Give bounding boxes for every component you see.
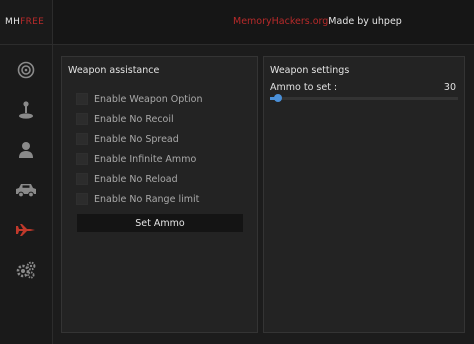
option-weapon-option[interactable]: Enable Weapon Option [76,91,202,107]
checkbox[interactable] [76,173,88,185]
checkbox[interactable] [76,153,88,165]
panel-title: Weapon assistance [68,65,160,76]
option-infinite-ammo[interactable]: Enable Infinite Ammo [76,151,196,167]
sidebar-item-settings[interactable] [0,253,52,287]
checkbox[interactable] [76,193,88,205]
brand-suffix: FREE [20,17,45,27]
option-no-spread[interactable]: Enable No Spread [76,131,179,147]
sidebar-item-misc[interactable] [0,93,52,127]
checkbox[interactable] [76,113,88,125]
checkbox-label: Enable No Spread [94,133,179,145]
checkbox[interactable] [76,133,88,145]
credit-text: MemoryHackers.orgMade by uhpep [233,16,402,27]
ammo-slider-handle[interactable] [273,94,282,102]
sidebar: MHFREE [0,0,53,344]
option-no-range-limit[interactable]: Enable No Range limit [76,191,199,207]
brand-prefix: MH [5,17,21,27]
set-ammo-button[interactable]: Set Ammo [77,214,243,232]
header-bar: MemoryHackers.orgMade by uhpep [53,0,474,45]
ammo-slider-value: 30 [443,82,456,93]
checkbox-label: Enable No Reload [94,173,178,185]
checkbox-label: Enable No Range limit [94,193,200,205]
weapon-settings-panel: Weapon settings Ammo to set : 30 [263,56,465,333]
site-link[interactable]: MemoryHackers.org [233,16,328,27]
target-icon [17,61,35,79]
weapon-assistance-panel: Weapon assistance Enable Weapon Option E… [61,56,258,333]
jet-icon [16,224,35,236]
option-no-recoil[interactable]: Enable No Recoil [76,111,174,127]
sidebar-item-player[interactable] [0,133,52,167]
ammo-slider-label: Ammo to set : [270,82,338,93]
gears-icon [16,261,36,279]
checkbox-label: Enable Weapon Option [94,93,203,105]
option-no-reload[interactable]: Enable No Reload [76,171,178,187]
checkbox[interactable] [76,93,88,105]
panel-title: Weapon settings [270,65,350,76]
sidebar-item-vehicle[interactable] [0,173,52,207]
sidebar-item-weapon[interactable] [0,213,52,247]
user-icon [19,142,33,158]
car-icon [16,184,36,198]
brand-divider [0,44,52,45]
checkbox-label: Enable No Recoil [94,113,174,125]
brand-logo: MHFREE [5,17,44,27]
checkbox-label: Enable Infinite Ammo [94,153,197,165]
sidebar-item-aimbot[interactable] [0,53,52,87]
ammo-slider[interactable] [270,94,458,102]
joystick-icon [19,101,33,119]
author-credit: Made by uhpep [328,16,402,27]
